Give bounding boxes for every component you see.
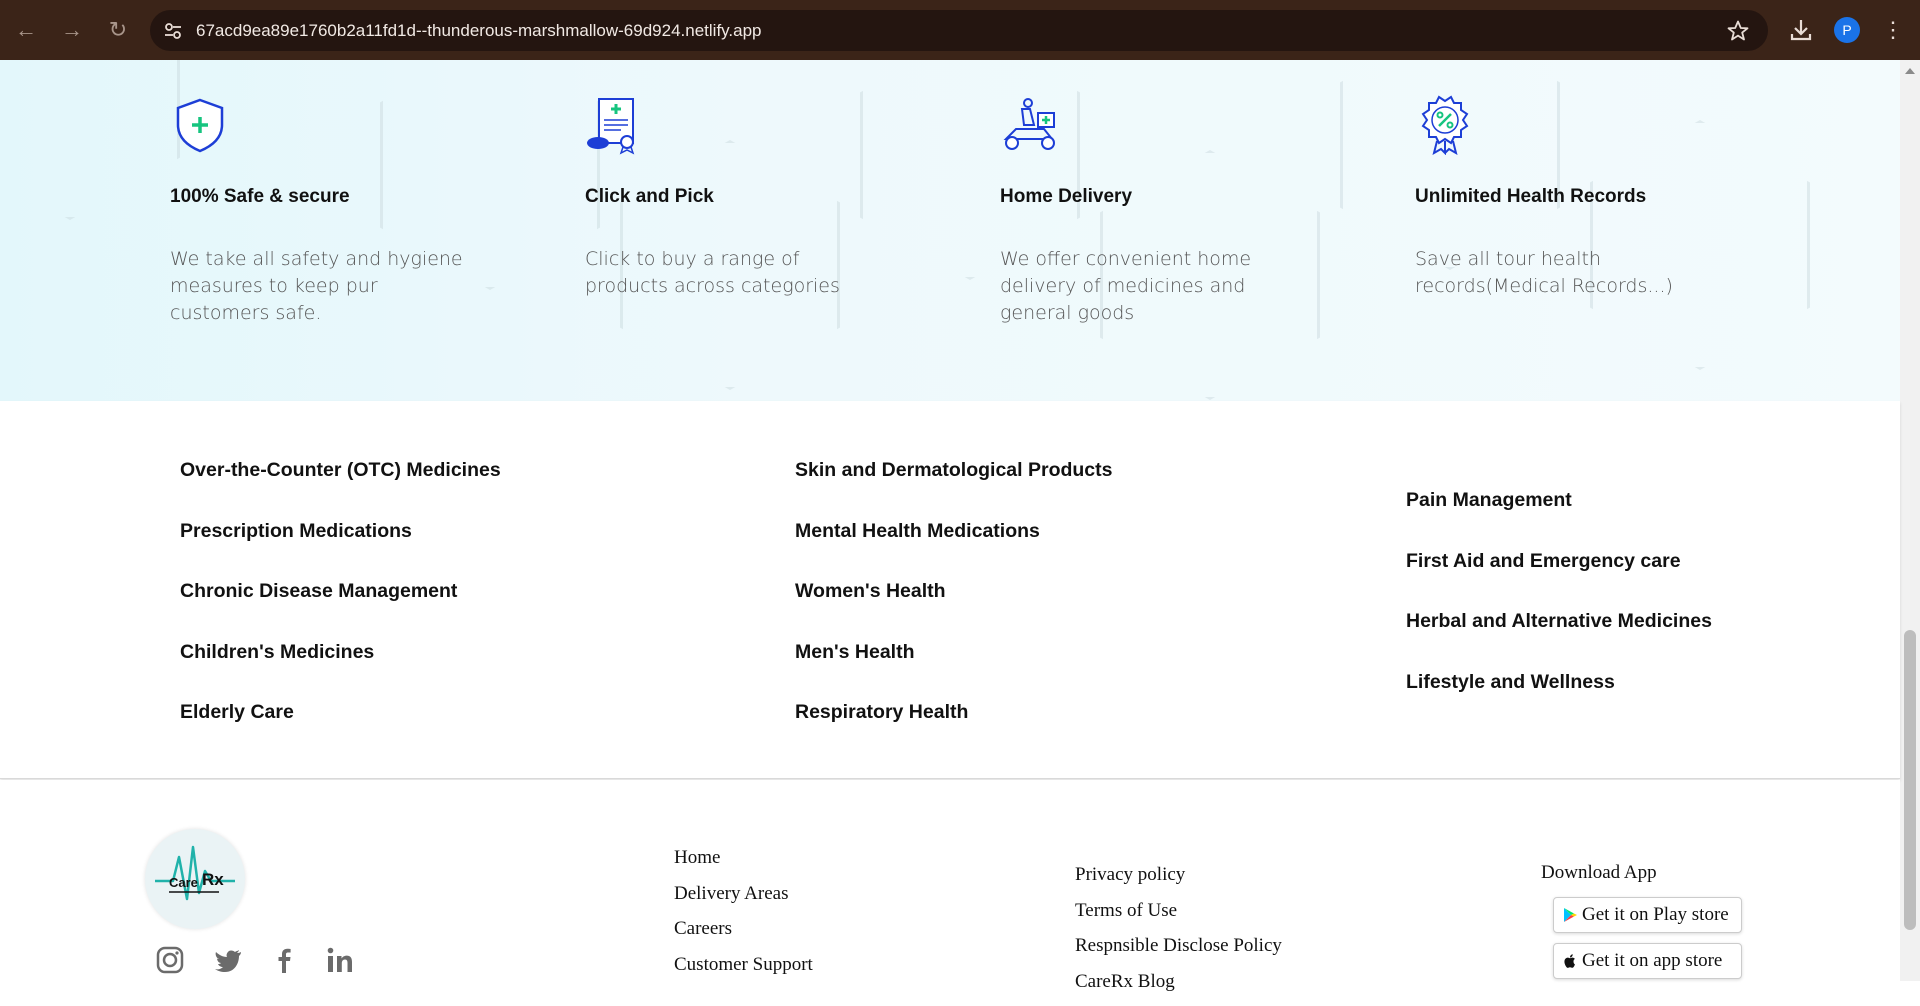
prescription-document-icon [585,95,645,155]
delivery-scooter-icon [1000,95,1060,155]
feature-title: Home Delivery [1000,186,1300,208]
play-store-button[interactable]: Get it on Play store [1553,897,1742,933]
footer-link-home[interactable]: Home [674,847,813,883]
category-link[interactable]: Children's Medicines [180,641,501,702]
kebab-menu-icon[interactable]: ⋮ [1880,16,1906,44]
apple-icon [1562,953,1578,969]
download-icon[interactable] [1788,17,1814,43]
footer-link-disclose-policy[interactable]: Respnsible Disclose Policy [1075,935,1282,971]
category-link[interactable]: Over-the-Counter (OTC) Medicines [180,459,501,520]
download-app-title: Download App [1541,862,1657,884]
discount-badge-icon [1415,95,1475,155]
footer-link-terms[interactable]: Terms of Use [1075,900,1282,936]
site-settings-icon[interactable] [162,20,184,42]
twitter-icon[interactable] [213,945,243,975]
feature-description: We take all safety and hygiene measures … [170,246,470,327]
back-icon[interactable]: ← [12,16,40,44]
footer-links-legal: Privacy policy Terms of Use Respnsible D… [1075,864,1282,1006]
linkedin-icon[interactable] [325,945,355,975]
category-link[interactable]: Chronic Disease Management [180,580,501,641]
category-link[interactable]: Lifestyle and Wellness [1406,671,1712,732]
category-link[interactable]: Respiratory Health [795,701,1112,762]
browser-toolbar: ← → ↻ 67acd9ea89e1760b2a11fd1d--thundero… [0,0,1920,60]
categories-section: Over-the-Counter (OTC) Medicines Prescri… [0,401,1900,779]
scrollbar-thumb[interactable] [1904,630,1916,930]
category-link[interactable]: First Aid and Emergency care [1406,550,1712,611]
play-store-icon [1562,907,1578,923]
feature-safe-secure: 100% Safe & secure We take all safety an… [170,95,470,327]
footer-link-privacy[interactable]: Privacy policy [1075,864,1282,900]
feature-title: Unlimited Health Records [1415,186,1715,208]
footer-link-delivery-areas[interactable]: Delivery Areas [674,883,813,919]
play-store-label[interactable]: Get it on Play store [1582,904,1729,925]
hexagon-decoration [0,60,180,220]
footer-link-careers[interactable]: Careers [674,918,813,954]
feature-health-records: Unlimited Health Records Save all tour h… [1415,95,1715,300]
app-store-label[interactable]: Get it on app store [1582,950,1722,971]
feature-description: Click to buy a range of products across … [585,246,885,300]
footer-link-customer-support[interactable]: Customer Support [674,954,813,990]
feature-description: Save all tour health records(Medical Rec… [1415,246,1715,300]
forward-icon[interactable]: → [58,16,86,44]
category-link[interactable]: Skin and Dermatological Products [795,459,1112,520]
reload-icon[interactable]: ↻ [104,16,132,44]
app-store-button[interactable]: Get it on app store [1553,943,1742,979]
profile-avatar[interactable]: P [1834,17,1860,43]
logo-text-care: Care [169,875,198,890]
instagram-icon[interactable] [155,945,185,975]
scroll-up-arrow-icon[interactable] [1905,68,1915,74]
feature-description: We offer convenient home delivery of med… [1000,246,1300,327]
feature-home-delivery: Home Delivery We offer convenient home d… [1000,95,1300,327]
shield-plus-icon [170,95,230,155]
category-link[interactable]: Mental Health Medications [795,520,1112,581]
category-column-2: Skin and Dermatological Products Mental … [795,459,1112,762]
site-footer: Care Rx Home Delivery Areas Careers Cust… [0,780,1900,981]
category-link[interactable]: Pain Management [1406,489,1712,550]
page-scrollbar[interactable] [1900,60,1920,981]
feature-title: Click and Pick [585,186,885,208]
feature-title: 100% Safe & secure [170,186,470,208]
logo-text-rx: Rx [202,870,224,889]
carerx-logo[interactable]: Care Rx [145,829,245,929]
category-link[interactable]: Herbal and Alternative Medicines [1406,610,1712,671]
category-link[interactable]: Men's Health [795,641,1112,702]
bookmark-star-icon[interactable] [1726,19,1750,43]
url-text[interactable]: 67acd9ea89e1760b2a11fd1d--thunderous-mar… [196,10,762,51]
category-column-3: Pain Management First Aid and Emergency … [1406,489,1712,731]
logo-heartbeat-graphic: Care Rx [145,829,245,929]
footer-links-primary: Home Delivery Areas Careers Customer Sup… [674,847,813,989]
address-bar[interactable]: 67acd9ea89e1760b2a11fd1d--thunderous-mar… [150,10,1768,51]
category-link[interactable]: Women's Health [795,580,1112,641]
feature-click-pick: Click and Pick Click to buy a range of p… [585,95,885,300]
category-column-1: Over-the-Counter (OTC) Medicines Prescri… [180,459,501,762]
category-link[interactable]: Elderly Care [180,701,501,762]
footer-link-blog[interactable]: CareRx Blog [1075,971,1282,1006]
category-link[interactable]: Prescription Medications [180,520,501,581]
features-section: 100% Safe & secure We take all safety an… [0,60,1900,401]
facebook-icon[interactable] [269,945,299,975]
